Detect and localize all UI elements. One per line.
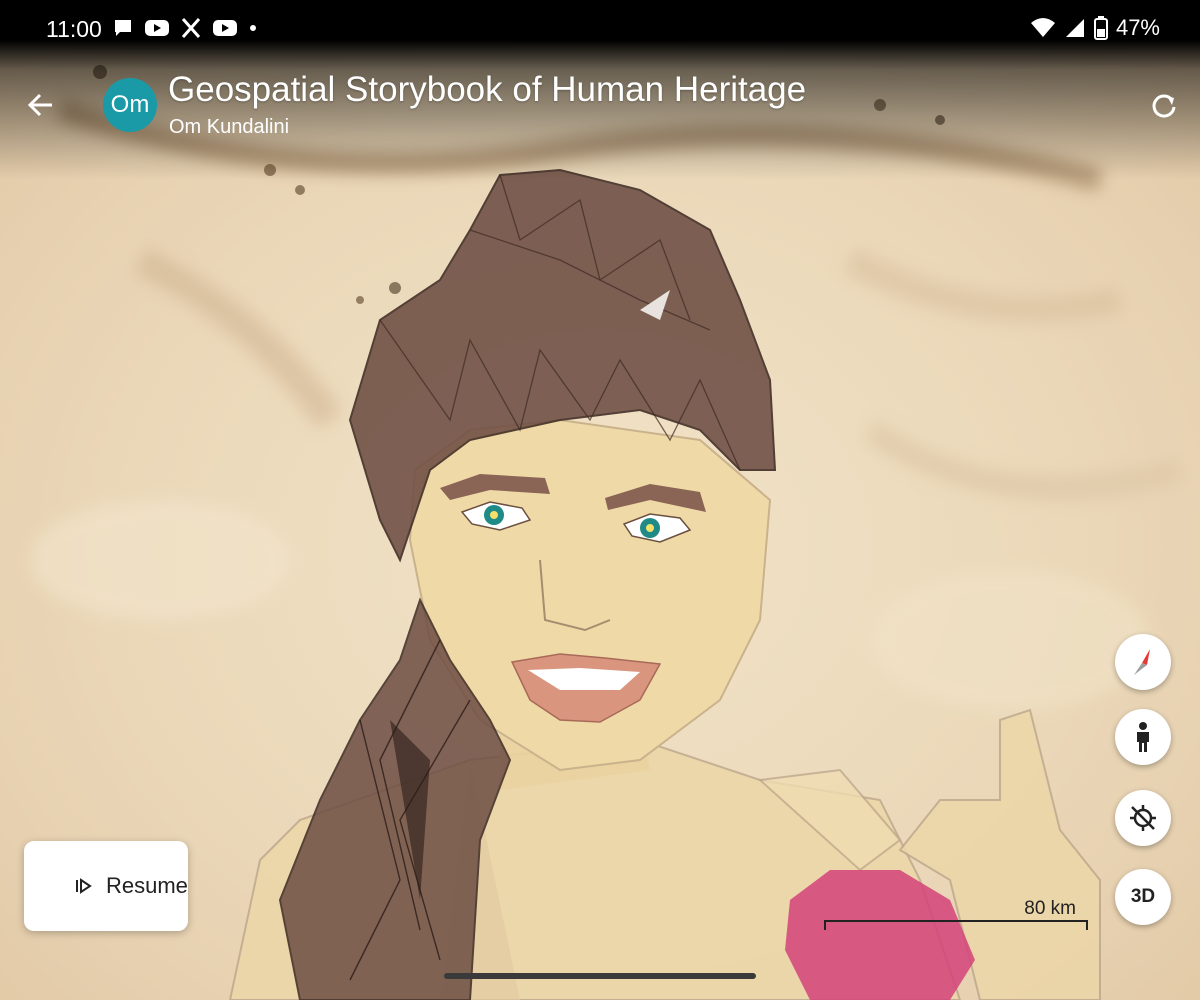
scale-label: 80 km <box>1024 898 1076 919</box>
scale-line <box>824 920 1088 930</box>
resume-label: Resume <box>106 873 188 898</box>
notification-icons <box>112 17 258 39</box>
youtube-icon <box>213 20 237 36</box>
map-scale-bar: 80 km <box>824 898 1088 932</box>
dot-icon <box>250 25 256 31</box>
status-time: 11:00 <box>46 16 102 42</box>
my-location-button[interactable] <box>1115 790 1171 846</box>
status-bar: 11:00 47% <box>0 0 1200 60</box>
story-title: Geospatial Storybook of Human Heritage <box>168 70 807 109</box>
author-avatar[interactable]: Om <box>103 78 157 132</box>
reset-view-icon[interactable] <box>1148 90 1180 122</box>
youtube-icon <box>145 20 169 36</box>
battery-percent: 47% <box>1115 15 1160 40</box>
3d-toggle-button[interactable]: 3D <box>1115 869 1171 925</box>
story-author[interactable]: Om Kundalini <box>169 116 289 139</box>
compass-button[interactable] <box>1115 634 1171 690</box>
chat-icon <box>115 20 131 36</box>
compass-icon <box>1134 649 1150 675</box>
wifi-icon <box>1030 18 1055 37</box>
location-off-icon <box>1130 805 1156 831</box>
battery-icon <box>1093 16 1108 40</box>
gesture-nav-handle[interactable] <box>444 973 756 979</box>
system-icons: 47% <box>1030 15 1160 41</box>
street-view-button[interactable] <box>1115 709 1171 765</box>
back-arrow-icon[interactable] <box>24 88 58 122</box>
resume-button[interactable]: Resume <box>24 841 188 931</box>
pegman-icon <box>1137 722 1149 752</box>
resume-play-icon <box>76 878 92 894</box>
x-icon <box>181 18 201 38</box>
signal-icon <box>1065 19 1084 37</box>
